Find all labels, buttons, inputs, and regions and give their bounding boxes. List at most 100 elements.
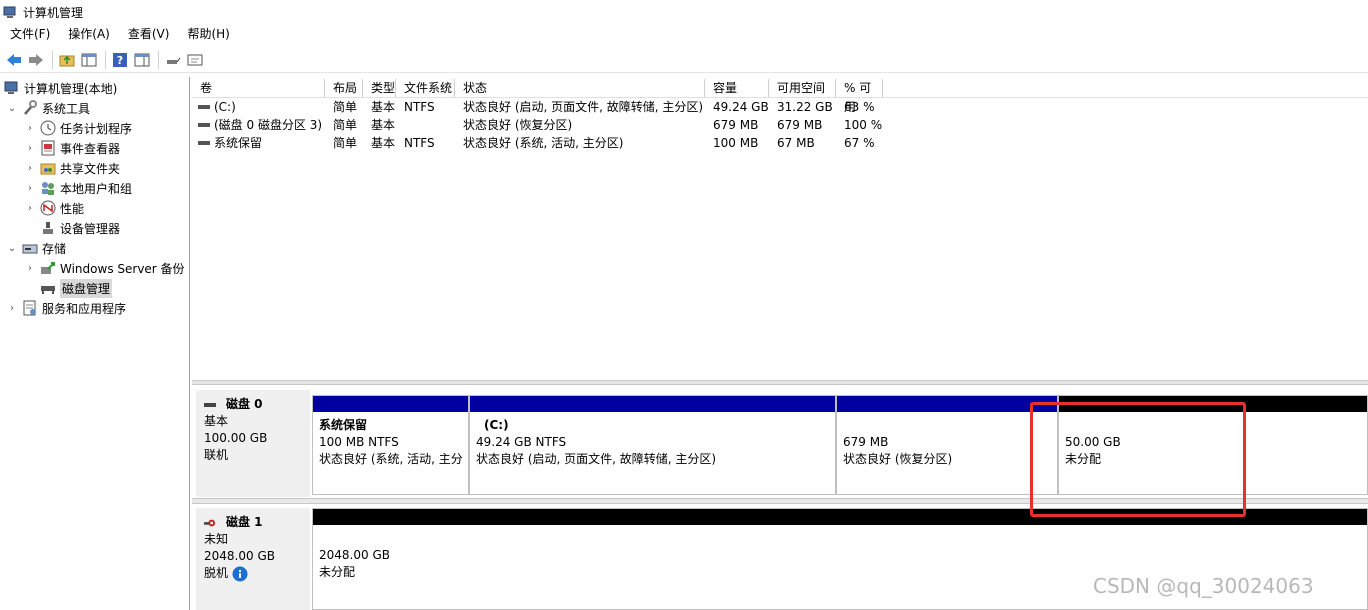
layout-cell: 简单 xyxy=(333,136,358,150)
chevron-right-icon[interactable]: › xyxy=(24,162,36,174)
tree-label: 共享文件夹 xyxy=(60,161,121,176)
chevron-right-icon[interactable]: › xyxy=(24,142,36,154)
chevron-right-icon[interactable]: › xyxy=(24,262,36,274)
chevron-right-icon[interactable]: › xyxy=(24,182,36,194)
shared-folder-icon xyxy=(40,160,56,176)
tree-item-storage[interactable]: ⌄ 存储 xyxy=(6,238,66,258)
tree-item-windows-backup[interactable]: › Windows Server 备份 xyxy=(24,258,185,278)
disk-1-info[interactable]: 磁盘 1 未知 2048.00 GB 脱机 xyxy=(196,508,310,610)
chevron-down-icon[interactable]: ⌄ xyxy=(6,242,18,254)
chevron-right-icon[interactable]: › xyxy=(6,302,18,314)
disk-0-info[interactable]: 磁盘 0 基本 100.00 GB 联机 xyxy=(196,390,310,497)
disk-status: 联机 xyxy=(204,448,229,462)
tree-label: 存储 xyxy=(42,241,67,256)
tree-item-shared-folders[interactable]: › 共享文件夹 xyxy=(24,158,120,178)
status-cell: 状态良好 (系统, 活动, 主分区) xyxy=(463,136,624,150)
drive-icon xyxy=(198,141,210,145)
partition-c-drive[interactable]: (C:) 49.24 GB NTFS 状态良好 (启动, 页面文件, 故障转储,… xyxy=(469,395,836,495)
tree-item-event-viewer[interactable]: › 事件查看器 xyxy=(24,138,120,158)
toolbar: ? xyxy=(0,47,1368,73)
tree-item-task-scheduler[interactable]: › 任务计划程序 xyxy=(24,118,132,138)
disk-size: 2048.00 GB xyxy=(204,549,275,563)
filesystem-cell xyxy=(396,116,455,134)
tree-item-device-manager[interactable]: 设备管理器 xyxy=(24,218,120,238)
chevron-down-icon[interactable]: ⌄ xyxy=(6,102,18,114)
connect-icon[interactable] xyxy=(163,50,183,70)
filesystem-cell: NTFS xyxy=(404,100,435,114)
column-header-type[interactable]: 类型 xyxy=(363,79,396,97)
tree-item-disk-management[interactable]: 磁盘管理 xyxy=(24,278,113,298)
disk-type: 未知 xyxy=(204,532,229,546)
pane-splitter[interactable] xyxy=(192,380,1368,385)
volume-cell: (C:) xyxy=(192,98,325,116)
partition-text: 系统保留 100 MB NTFS 状态良好 (系统, 活动, 主分 xyxy=(319,417,463,468)
table-row[interactable]: 系统保留 简单 基本 NTFS 状态良好 (系统, 活动, 主分区) 100 M… xyxy=(192,134,1368,152)
console-icon[interactable] xyxy=(185,50,205,70)
disk-name-row: 磁盘 1 xyxy=(204,514,310,531)
disk-status-row: 脱机 xyxy=(204,565,310,582)
drive-icon xyxy=(198,105,210,109)
tree-item-local-users[interactable]: › 本地用户和组 xyxy=(24,178,132,198)
tree-item-system-tools[interactable]: ⌄ 系统工具 xyxy=(6,98,90,118)
column-header-layout[interactable]: 布局 xyxy=(325,79,363,97)
forward-arrow-icon[interactable] xyxy=(26,50,46,70)
partition-system-reserved[interactable]: 系统保留 100 MB NTFS 状态良好 (系统, 活动, 主分 xyxy=(312,395,469,495)
percent-free-cell: 67 % xyxy=(844,136,875,150)
menu-bar: 文件(F) 操作(A) 查看(V) 帮助(H) xyxy=(0,24,1368,45)
toolbar-separator xyxy=(52,50,53,69)
table-row[interactable]: (C:) 简单 基本 NTFS 状态良好 (启动, 页面文件, 故障转储, 主分… xyxy=(192,98,1368,116)
column-header-filesystem[interactable]: 文件系统 xyxy=(396,79,455,97)
back-arrow-icon[interactable] xyxy=(4,50,24,70)
filesystem-cell: NTFS xyxy=(404,136,435,150)
tree-item-services-apps[interactable]: › 服务和应用程序 xyxy=(6,298,126,318)
partition-recovery[interactable]: 679 MB 状态良好 (恢复分区) xyxy=(836,395,1058,495)
disk-management-icon xyxy=(40,280,56,296)
tree-label: 磁盘管理 xyxy=(60,278,113,298)
partition-size: 679 MB xyxy=(843,435,889,449)
free-space-cell: 679 MB xyxy=(777,118,823,132)
drive-icon xyxy=(198,123,210,127)
capacity-cell: 49.24 GB xyxy=(713,100,769,114)
disk-icon xyxy=(204,402,216,407)
menu-help[interactable]: 帮助(H) xyxy=(177,24,237,45)
tree-item-performance[interactable]: › 性能 xyxy=(24,198,84,218)
computer-management-icon xyxy=(4,80,20,96)
column-header-capacity[interactable]: 容量 xyxy=(705,79,769,97)
type-cell: 基本 xyxy=(371,136,396,150)
help-icon[interactable]: ? xyxy=(110,50,130,70)
navigation-tree: 计算机管理(本地) ⌄ 系统工具 › 任务计划程序 › 事件查看器 › 共享文件… xyxy=(0,77,190,610)
toolbar-separator xyxy=(158,50,159,69)
chevron-right-icon[interactable]: › xyxy=(24,122,36,134)
free-space-cell: 67 MB xyxy=(777,136,815,150)
disk-management-pane: 卷 布局 类型 文件系统 状态 容量 可用空间 % 可用 (C:) 简单 基本 … xyxy=(192,77,1368,610)
show-hide-tree-icon[interactable] xyxy=(79,50,99,70)
volume-table-header: 卷 布局 类型 文件系统 状态 容量 可用空间 % 可用 xyxy=(192,79,1368,114)
disk-type: 基本 xyxy=(204,414,229,428)
column-header-percent-free[interactable]: % 可用 xyxy=(836,79,883,114)
menu-view[interactable]: 查看(V) xyxy=(118,24,178,45)
column-header-volume[interactable]: 卷 xyxy=(192,79,325,97)
watermark: CSDN @qq_30024063 xyxy=(1093,574,1314,598)
properties-icon[interactable] xyxy=(132,50,152,70)
svg-text:?: ? xyxy=(117,54,123,67)
partition-size: 100 MB NTFS xyxy=(319,435,399,449)
tree-label: 本地用户和组 xyxy=(60,181,133,196)
up-folder-icon[interactable] xyxy=(57,50,77,70)
menu-file[interactable]: 文件(F) xyxy=(0,24,58,45)
tree-label: 服务和应用程序 xyxy=(42,301,127,316)
column-header-free-space[interactable]: 可用空间 xyxy=(769,79,836,97)
tree-item-root[interactable]: 计算机管理(本地) xyxy=(4,78,117,98)
offline-disk-icon xyxy=(204,517,216,529)
info-icon[interactable] xyxy=(232,566,248,582)
chevron-right-icon[interactable]: › xyxy=(24,202,36,214)
partition-text: (C:) 49.24 GB NTFS 状态良好 (启动, 页面文件, 故障转储,… xyxy=(476,417,716,468)
clock-icon xyxy=(40,120,56,136)
device-manager-icon xyxy=(40,220,56,236)
disk-name-row: 磁盘 0 xyxy=(204,396,310,413)
disk-name: 磁盘 0 xyxy=(226,397,263,411)
column-header-status[interactable]: 状态 xyxy=(455,79,705,97)
menu-action[interactable]: 操作(A) xyxy=(58,24,118,45)
table-row[interactable]: (磁盘 0 磁盘分区 3) 简单 基本 状态良好 (恢复分区) 679 MB 6… xyxy=(192,116,1368,134)
